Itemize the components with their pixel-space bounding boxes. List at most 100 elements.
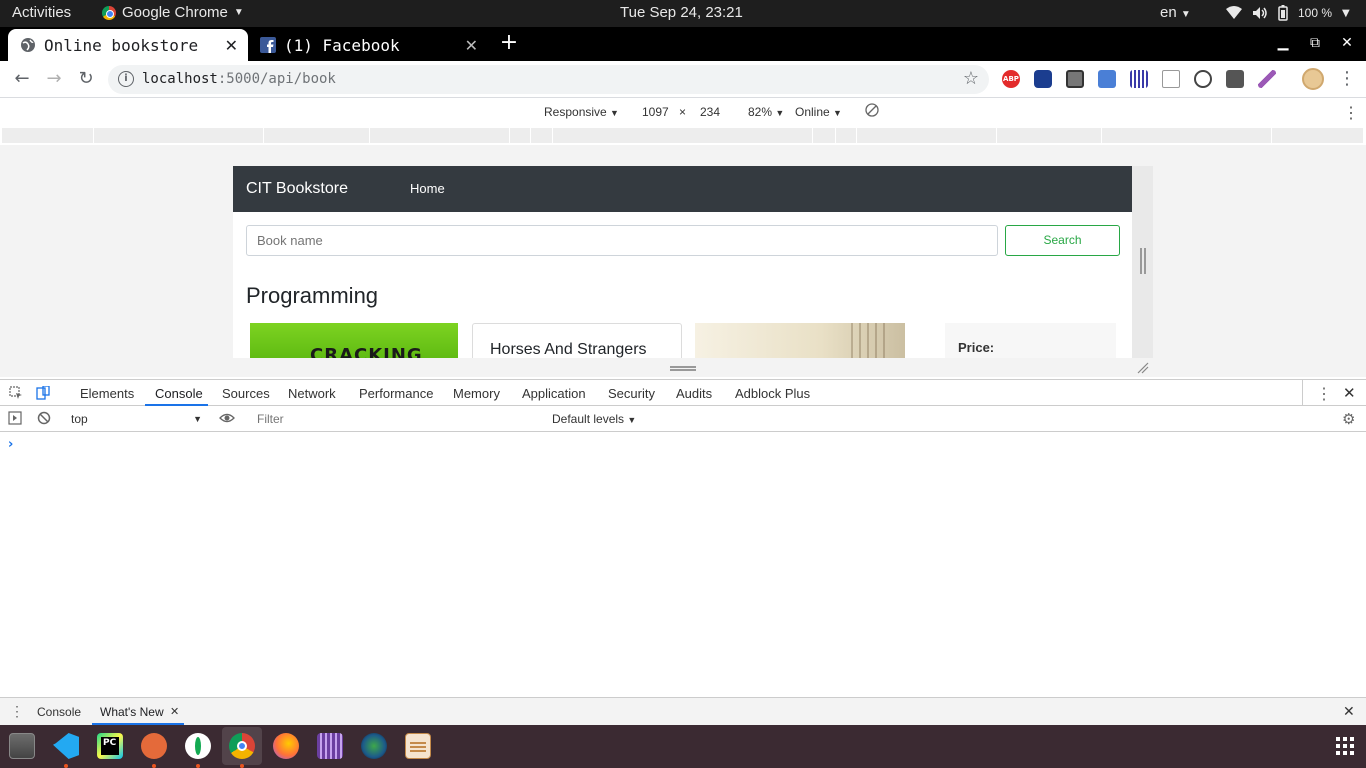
viewport-height-input[interactable]: 234 (700, 105, 720, 119)
viewport-resize-corner-icon[interactable] (1137, 362, 1149, 374)
minimize-button[interactable]: ▁ (1274, 35, 1292, 51)
video-editor-icon[interactable] (317, 733, 343, 759)
app-menu[interactable]: Google Chrome ▼ (102, 4, 244, 21)
book-search-input[interactable] (246, 225, 998, 256)
sidebar-toggle-icon[interactable] (8, 411, 22, 428)
tab-online-bookstore[interactable]: Online bookstore ✕ (8, 29, 248, 61)
tab-security[interactable]: Security (608, 386, 655, 401)
extension-grid-icon[interactable] (1226, 70, 1244, 88)
zoom-select[interactable]: 82% ▼ (748, 105, 784, 119)
tab-audits[interactable]: Audits (676, 386, 712, 401)
address-bar[interactable]: i localhost:5000/api/book ☆ (108, 65, 989, 94)
drawer-menu-icon[interactable]: ⋮ (10, 703, 24, 720)
device-toolbar-toggle-icon[interactable] (36, 385, 50, 403)
tab-elements[interactable]: Elements (80, 386, 134, 401)
network-throttle-select[interactable]: Online ▼ (795, 105, 842, 119)
console-prompt[interactable]: › (8, 437, 13, 452)
viewport-width-input[interactable]: 1097 (642, 105, 669, 119)
media-query-segment[interactable] (857, 128, 997, 143)
close-window-button[interactable]: ✕ (1338, 35, 1356, 51)
clear-console-icon[interactable] (37, 411, 51, 428)
viewport-resize-handle-right[interactable] (1140, 248, 1146, 274)
live-expression-eye-icon[interactable] (219, 411, 235, 428)
close-tab-icon[interactable]: ✕ (225, 36, 238, 55)
drawer-tab-whats-new[interactable]: What's New (100, 705, 164, 719)
activities-button[interactable]: Activities (12, 4, 71, 21)
info-icon[interactable]: i (118, 71, 134, 87)
chrome-dock-icon[interactable] (229, 733, 255, 759)
tab-application[interactable]: Application (522, 386, 586, 401)
inspect-element-icon[interactable] (9, 386, 23, 403)
nav-home-link[interactable]: Home (410, 181, 445, 196)
text-editor-icon[interactable] (405, 733, 431, 759)
tab-sources[interactable]: Sources (222, 386, 270, 401)
close-drawer-tab-icon[interactable]: ✕ (170, 705, 179, 718)
console-filter-input[interactable] (249, 409, 543, 429)
tab-console[interactable]: Console (155, 386, 203, 401)
bookmark-star-icon[interactable]: ☆ (963, 68, 979, 89)
clock[interactable]: Tue Sep 24, 23:21 (620, 4, 743, 21)
media-query-segment[interactable] (813, 128, 836, 143)
close-drawer-icon[interactable]: ✕ (1343, 703, 1355, 720)
drawer-tab-console[interactable]: Console (37, 705, 81, 719)
json-extension-icon[interactable] (1162, 70, 1180, 88)
globe-app-icon[interactable] (361, 733, 387, 759)
media-query-segment[interactable] (553, 128, 813, 143)
tab-network[interactable]: Network (288, 386, 336, 401)
search-button[interactable]: Search (1005, 225, 1120, 256)
files-icon[interactable] (9, 733, 35, 759)
google-translate-icon[interactable] (1098, 70, 1116, 88)
devtools-more-icon[interactable]: ⋮ (1316, 384, 1332, 404)
book-card-cover[interactable] (695, 323, 905, 358)
postman-icon[interactable] (141, 733, 167, 759)
media-query-segment[interactable] (370, 128, 510, 143)
device-mode-select[interactable]: Responsive ▼ (544, 105, 619, 119)
barcode-extension-icon[interactable] (1130, 70, 1148, 88)
media-query-segment[interactable] (997, 128, 1102, 143)
tab-performance[interactable]: Performance (359, 386, 433, 401)
chrome-menu-icon[interactable]: ⋮ (1338, 68, 1356, 89)
restore-button[interactable]: ⧉ (1306, 35, 1324, 51)
media-query-segment[interactable] (1102, 128, 1272, 143)
vscode-icon[interactable] (53, 733, 79, 759)
media-query-segment[interactable] (531, 128, 553, 143)
brand-link[interactable]: CIT Bookstore (246, 180, 348, 198)
rotate-icon[interactable] (865, 103, 879, 120)
show-applications-icon[interactable] (1336, 737, 1354, 755)
media-query-segment[interactable] (1272, 128, 1364, 143)
adblock-plus-icon[interactable]: ABP (1002, 70, 1020, 88)
language-indicator[interactable]: en ▼ (1160, 4, 1191, 21)
device-more-icon[interactable]: ⋮ (1343, 103, 1359, 123)
react-devtools-icon[interactable] (1194, 70, 1212, 88)
tab-memory[interactable]: Memory (453, 386, 500, 401)
profile-avatar[interactable] (1302, 68, 1324, 90)
new-tab-button[interactable]: + (498, 32, 520, 54)
close-tab-icon[interactable]: ✕ (465, 36, 478, 55)
firefox-icon[interactable] (273, 733, 299, 759)
back-icon[interactable]: ← (12, 69, 32, 89)
book-card[interactable]: Horses And Strangers (472, 323, 682, 358)
media-query-segment[interactable] (836, 128, 857, 143)
pycharm-icon[interactable]: PC (97, 733, 123, 759)
mongodb-compass-icon[interactable] (185, 733, 211, 759)
tab-adblock-plus[interactable]: Adblock Plus (735, 386, 810, 401)
color-picker-icon[interactable] (1258, 70, 1276, 88)
system-status-area[interactable]: 100 % ▼ (1226, 5, 1350, 21)
book-card-cover[interactable]: CRACKING (250, 323, 458, 358)
media-query-segment[interactable] (2, 128, 94, 143)
console-output[interactable]: › (0, 433, 1366, 697)
extension-reader-icon[interactable] (1066, 70, 1084, 88)
extension-j-icon[interactable] (1034, 70, 1052, 88)
reload-icon[interactable]: ↻ (76, 69, 96, 89)
media-query-segment[interactable] (510, 128, 531, 143)
close-devtools-icon[interactable]: ✕ (1343, 384, 1356, 402)
viewport-resize-handle-bottom[interactable] (670, 366, 696, 371)
console-settings-gear-icon[interactable]: ⚙ (1342, 410, 1355, 428)
chrome-center-icon (237, 741, 247, 751)
forward-icon[interactable]: → (44, 69, 64, 89)
log-levels-select[interactable]: Default levels ▼ (552, 412, 636, 426)
media-query-segment[interactable] (264, 128, 370, 143)
execution-context-select[interactable]: top ▼ (64, 409, 206, 429)
media-query-segment[interactable] (94, 128, 264, 143)
tab-facebook[interactable]: (1) Facebook ✕ (252, 29, 488, 61)
